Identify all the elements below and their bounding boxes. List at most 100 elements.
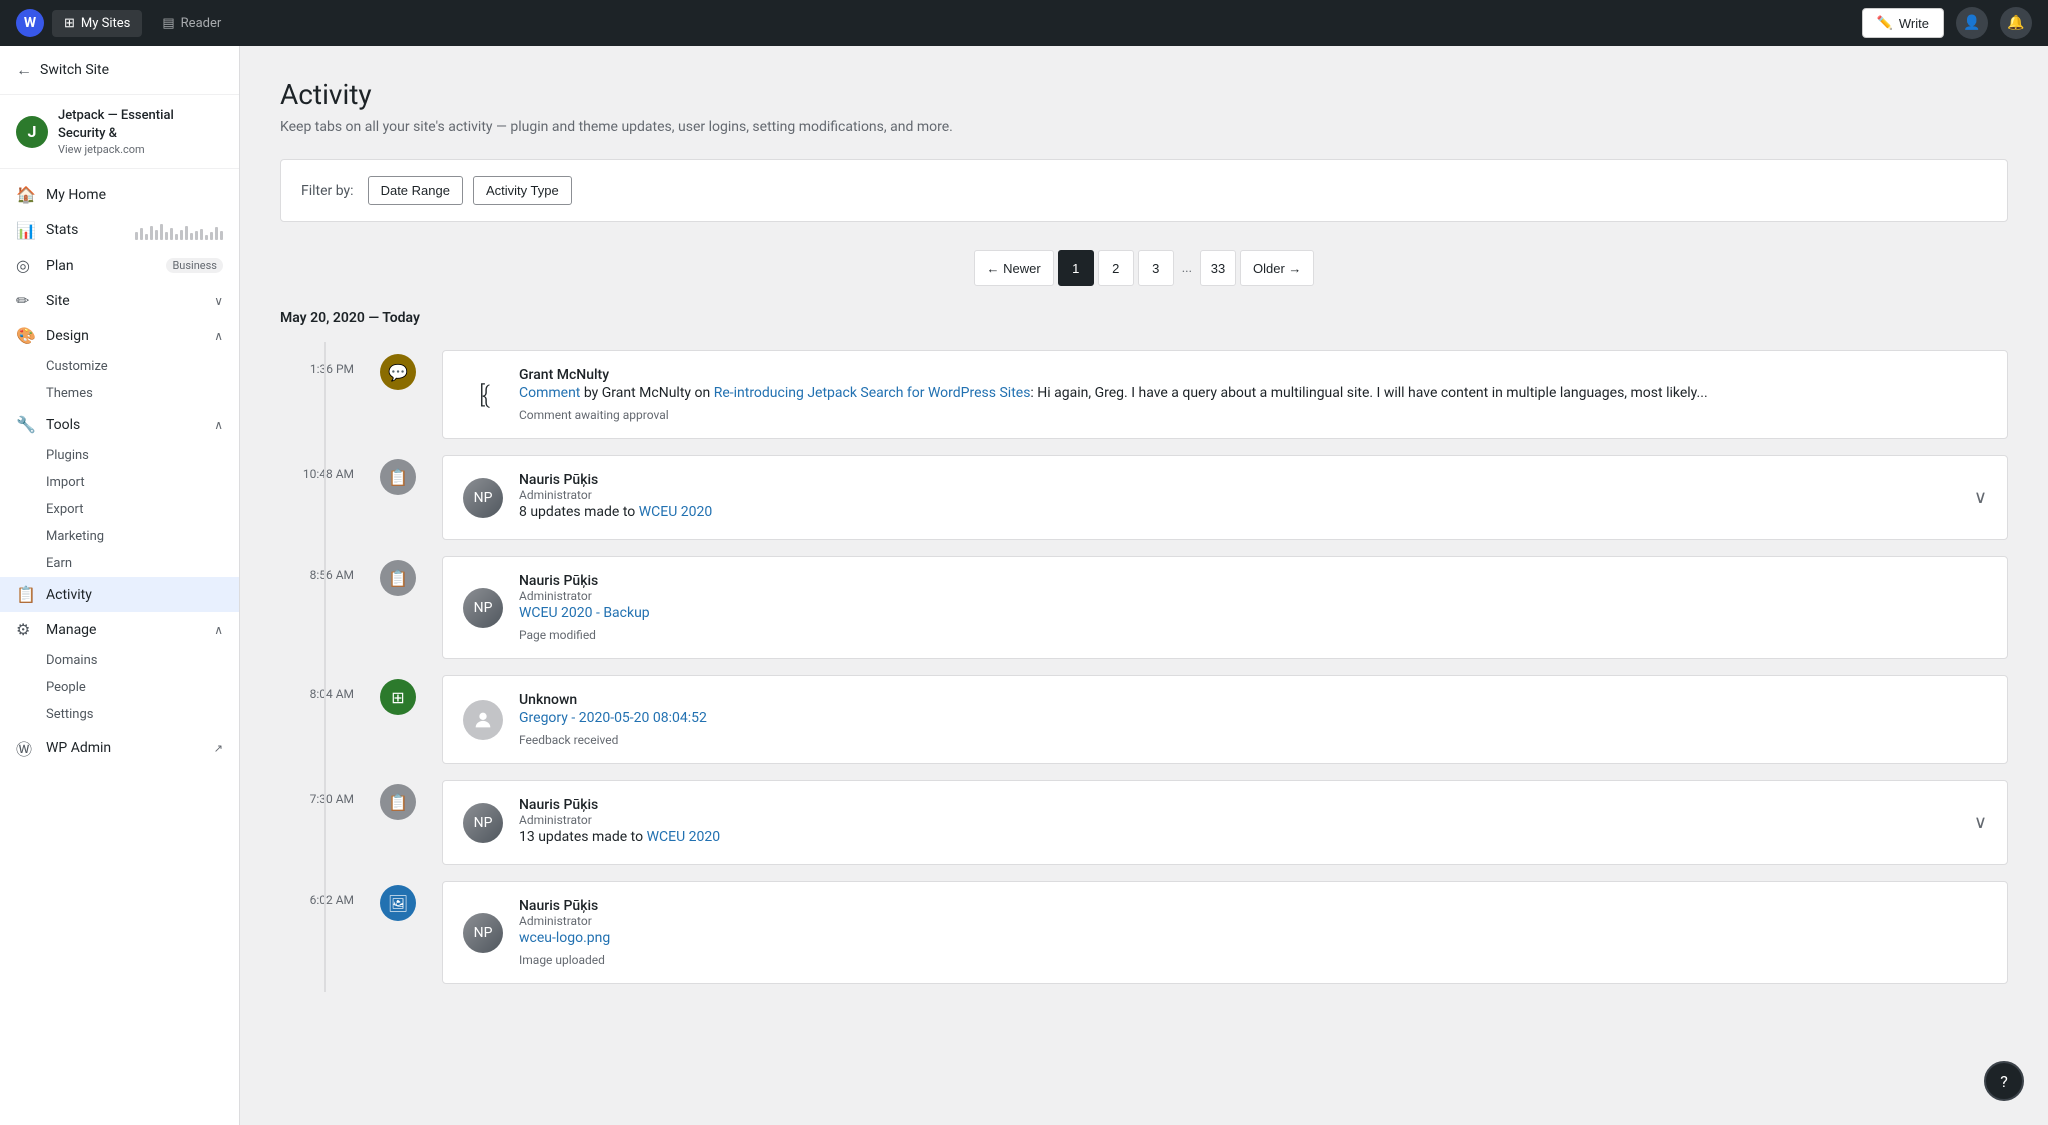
stats-icon: 📊: [16, 221, 36, 240]
activity-icon-col: 🖼: [370, 873, 426, 992]
activity-details: Nauris Pūķis Administrator 13 updates ma…: [519, 797, 1958, 848]
sidebar-item-design[interactable]: 🎨 Design ∧: [0, 318, 239, 353]
sidebar-item-domains[interactable]: Domains: [0, 647, 239, 674]
activity-item: 1:36 PM 💬 [{ Grant McNulty: [280, 342, 2008, 447]
reader-nav[interactable]: ▤ Reader: [150, 10, 233, 37]
page-1-button[interactable]: 1: [1058, 250, 1094, 286]
sidebar-item-site[interactable]: ✏ Site ∨: [0, 283, 239, 318]
sidebar-item-earn[interactable]: Earn: [0, 550, 239, 577]
sidebar-item-plan[interactable]: ◎ Plan Business: [0, 248, 239, 283]
tools-chevron-icon: ∧: [214, 418, 223, 432]
avatar-image: NP: [463, 478, 503, 518]
back-arrow-icon: ←: [16, 60, 32, 80]
activity-description: wceu-logo.png: [519, 928, 1987, 949]
activity-card: Unknown Gregory - 2020-05-20 08:04:52 Fe…: [442, 675, 2008, 764]
sidebar-item-people[interactable]: People: [0, 674, 239, 701]
plan-icon: ◎: [16, 256, 36, 275]
page-2-button[interactable]: 2: [1098, 250, 1134, 286]
expand-button[interactable]: ∨: [1974, 487, 1987, 508]
site-logo: J: [16, 116, 48, 148]
activity-user-role: Administrator: [519, 813, 1958, 827]
manage-chevron-icon: ∧: [214, 623, 223, 637]
update-activity-icon: 📋: [380, 784, 416, 820]
activity-icon-col: ⊞: [370, 667, 426, 772]
date-section: May 20, 2020 — Today 1:36 PM 💬: [280, 310, 2008, 992]
activity-icon-col: 📋: [370, 772, 426, 873]
write-button[interactable]: ✏️ Write: [1862, 8, 1944, 38]
sidebar-item-my-home[interactable]: 🏠 My Home: [0, 177, 239, 212]
user-avatar: NP: [463, 478, 503, 518]
my-sites-nav[interactable]: ⊞ My Sites: [52, 10, 142, 37]
activity-item: 8:56 AM 📋 NP Nauris Pūķis Administ: [280, 548, 2008, 667]
post-link[interactable]: Re-introducing Jetpack Search for WordPr…: [714, 385, 1031, 401]
manage-icon: ⚙: [16, 620, 36, 639]
wceu-link[interactable]: WCEU 2020: [639, 504, 713, 520]
gregory-link[interactable]: Gregory - 2020-05-20 08:04:52: [519, 710, 707, 726]
user-avatar-icon[interactable]: 👤: [1956, 7, 1988, 39]
sidebar-item-manage[interactable]: ⚙ Manage ∧: [0, 612, 239, 647]
activity-card: NP Nauris Pūķis Administrator WCEU 2020 …: [442, 556, 2008, 659]
wordpress-logo[interactable]: W: [16, 9, 44, 37]
older-button[interactable]: Older →: [1240, 250, 1314, 286]
comment-activity-icon: 💬: [380, 354, 416, 390]
activity-user-name: Nauris Pūķis: [519, 573, 1987, 589]
activity-details: Nauris Pūķis Administrator WCEU 2020 - B…: [519, 573, 1987, 642]
user-avatar: NP: [463, 803, 503, 843]
tools-icon: 🔧: [16, 415, 36, 434]
notifications-icon[interactable]: 🔔: [2000, 7, 2032, 39]
site-icon: ✏: [16, 291, 36, 310]
activity-list: 1:36 PM 💬 [{ Grant McNulty: [280, 342, 2008, 992]
sidebar-item-stats[interactable]: 📊 Stats: [0, 212, 239, 248]
comment-brackets: [{: [463, 381, 503, 409]
page-title: Activity: [280, 78, 2008, 111]
top-nav-right: ✏️ Write 👤 🔔: [1862, 7, 2032, 39]
stats-mini-chart: [135, 220, 223, 240]
sidebar-item-marketing[interactable]: Marketing: [0, 523, 239, 550]
update-activity-icon: 📋: [380, 459, 416, 495]
wceu-backup-link[interactable]: WCEU 2020 - Backup: [519, 605, 650, 621]
help-button[interactable]: ?: [1984, 1061, 2024, 1101]
date-heading: May 20, 2020 — Today: [280, 310, 2008, 326]
activity-card: NP Nauris Pūķis Administrator wceu-logo.…: [442, 881, 2008, 984]
date-range-filter[interactable]: Date Range: [368, 176, 463, 205]
sidebar-item-tools[interactable]: 🔧 Tools ∧: [0, 407, 239, 442]
sidebar-item-activity[interactable]: 📋 Activity: [0, 577, 239, 612]
avatar-image: NP: [463, 588, 503, 628]
wceu2020-link[interactable]: WCEU 2020: [647, 829, 721, 845]
activity-type-filter[interactable]: Activity Type: [473, 176, 572, 205]
sidebar-item-wp-admin[interactable]: Ⓦ WP Admin ↗: [0, 728, 239, 768]
activity-sub-text: Comment awaiting approval: [519, 408, 1987, 422]
update-activity-icon: 📋: [380, 560, 416, 596]
switch-site-button[interactable]: ← Switch Site: [0, 46, 239, 95]
unknown-avatar: [463, 700, 503, 740]
sidebar-item-plugins[interactable]: Plugins: [0, 442, 239, 469]
write-icon: ✏️: [1877, 15, 1893, 31]
activity-icon-col: 📋: [370, 447, 426, 548]
sidebar-item-customize[interactable]: Customize: [0, 353, 239, 380]
expand-button[interactable]: ∨: [1974, 812, 1987, 833]
activity-user-name: Grant McNulty: [519, 367, 1987, 383]
filter-bar: Filter by: Date Range Activity Type: [280, 159, 2008, 222]
activity-icon-col: 📋: [370, 548, 426, 667]
sidebar-item-themes[interactable]: Themes: [0, 380, 239, 407]
grid-icon: ⊞: [64, 16, 75, 31]
comment-link[interactable]: Comment: [519, 385, 580, 401]
activity-details: Grant McNulty Comment by Grant McNulty o…: [519, 367, 1987, 422]
activity-details: Nauris Pūķis Administrator 8 updates mad…: [519, 472, 1958, 523]
sidebar-item-export[interactable]: Export: [0, 496, 239, 523]
page-33-button[interactable]: 33: [1200, 250, 1236, 286]
activity-sub-text: Feedback received: [519, 733, 1987, 747]
reader-icon: ▤: [162, 16, 174, 31]
activity-item: 6:02 AM 🖼 NP Nauris Pūķis Administ: [280, 873, 2008, 992]
activity-item: 8:04 AM ⊞ Unknow: [280, 667, 2008, 772]
sidebar-item-import[interactable]: Import: [0, 469, 239, 496]
image-link[interactable]: wceu-logo.png: [519, 930, 610, 946]
newer-button[interactable]: ← Newer: [974, 250, 1054, 286]
page-3-button[interactable]: 3: [1138, 250, 1174, 286]
sidebar-item-settings[interactable]: Settings: [0, 701, 239, 728]
main-content: Activity Keep tabs on all your site's ac…: [240, 46, 2048, 1125]
activity-item: 7:30 AM 📋 NP Nauris Pūķis Administ: [280, 772, 2008, 873]
avatar-image: NP: [463, 803, 503, 843]
activity-icon-col: 💬: [370, 342, 426, 447]
site-chevron-icon: ∨: [214, 294, 223, 308]
